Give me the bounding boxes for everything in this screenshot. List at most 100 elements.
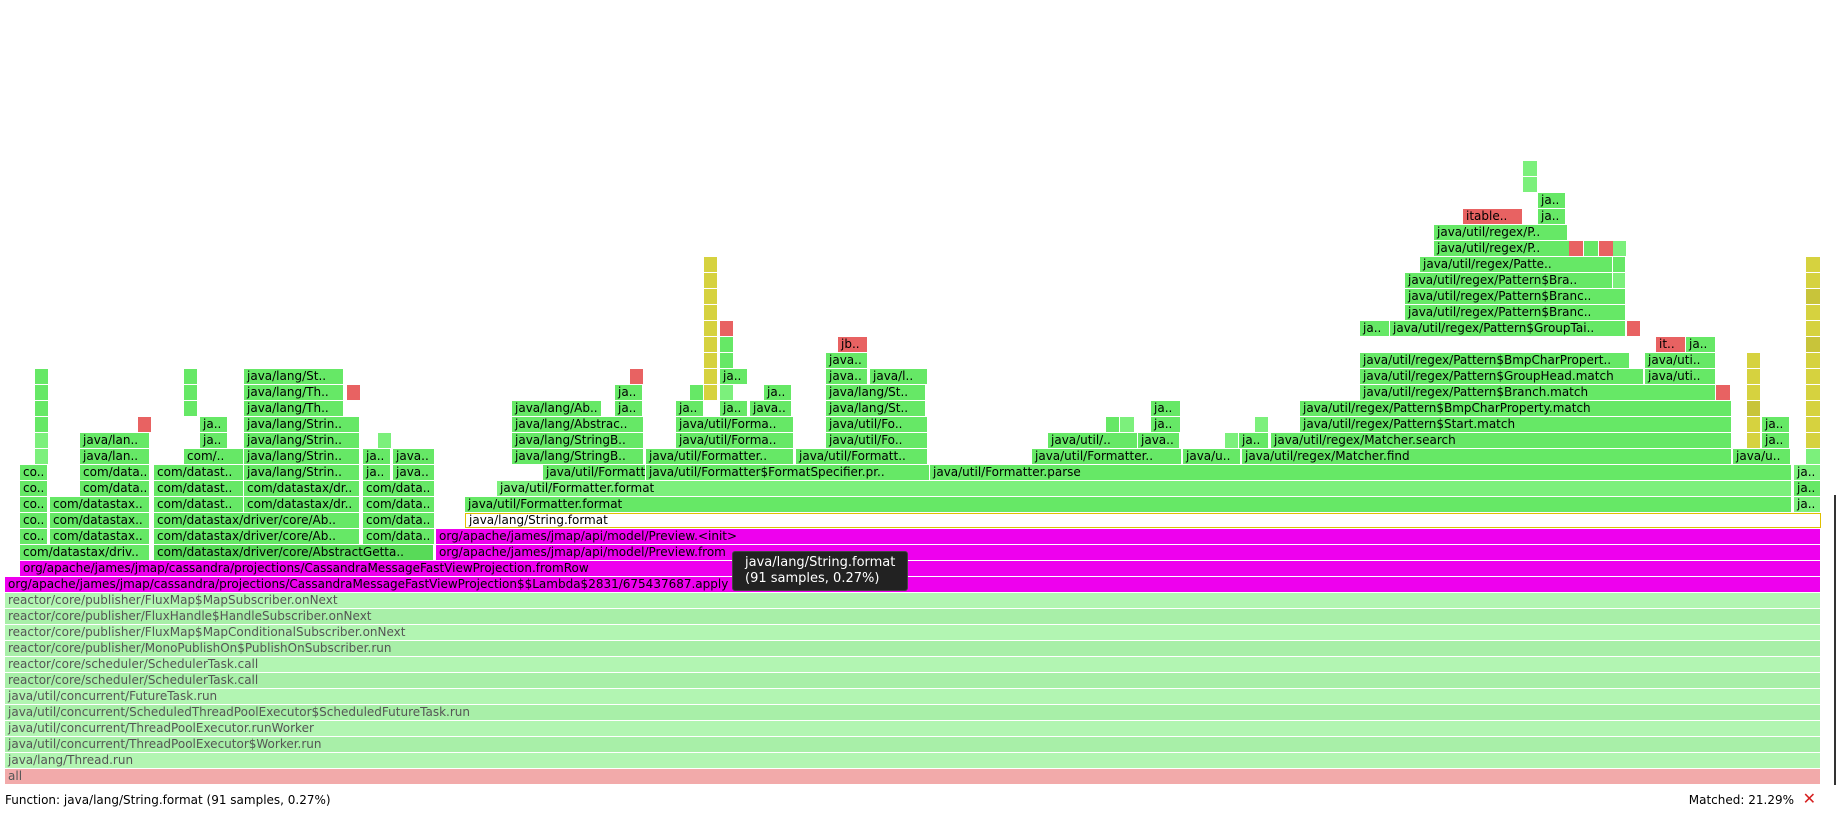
frame[interactable]: com/data..	[363, 481, 435, 496]
frame[interactable]: reactor/core/publisher/FluxHandle$Handle…	[5, 609, 1821, 624]
frame[interactable]	[704, 321, 718, 336]
frame[interactable]: java/lang/Strin..	[244, 449, 360, 464]
frame[interactable]: org/apache/james/jmap/api/model/Preview.…	[436, 545, 1821, 560]
frame[interactable]: com/datast..	[154, 465, 244, 480]
frame[interactable]: com/datastax..	[50, 513, 150, 528]
frame[interactable]: java/util/concurrent/FutureTask.run	[5, 689, 1821, 704]
frame[interactable]: java/util/concurrent/ScheduledThreadPool…	[5, 705, 1821, 720]
frame[interactable]: java/util/regex/Matcher.find	[1242, 449, 1732, 464]
frame[interactable]	[1806, 353, 1821, 368]
frame[interactable]	[35, 433, 49, 448]
frame[interactable]: org/apache/james/jmap/api/model/Preview.…	[436, 529, 1821, 544]
frame[interactable]	[347, 385, 361, 400]
frame[interactable]: ja..	[1794, 497, 1821, 512]
frame[interactable]: java/util/regex/Pattern$BmpCharPropert..	[1360, 353, 1630, 368]
frame[interactable]	[35, 385, 49, 400]
frame[interactable]: java/util/Formatt..	[543, 465, 646, 480]
frame[interactable]	[1747, 385, 1761, 400]
frame[interactable]: it..	[1656, 337, 1686, 352]
frame[interactable]: ja..	[200, 417, 228, 432]
frame[interactable]: reactor/core/publisher/FluxMap$MapSubscr…	[5, 593, 1821, 608]
frame[interactable]	[35, 449, 49, 464]
frame[interactable]: com/data..	[363, 513, 435, 528]
frame[interactable]: java/util/Formatter.format	[465, 497, 1792, 512]
frame[interactable]: ja..	[676, 401, 704, 416]
frame[interactable]	[704, 257, 718, 272]
frame[interactable]: ja..	[1538, 209, 1566, 224]
frame[interactable]	[704, 369, 718, 384]
frame[interactable]: com/data..	[80, 465, 150, 480]
frame[interactable]: java/lang/String.format	[465, 513, 1821, 528]
frame[interactable]: java/util/regex/P..	[1434, 225, 1568, 240]
frame[interactable]	[1106, 417, 1120, 432]
frame[interactable]: co..	[20, 497, 48, 512]
frame[interactable]	[1523, 161, 1538, 176]
frame[interactable]: reactor/core/publisher/MonoPublishOn$Pub…	[5, 641, 1821, 656]
frame[interactable]	[690, 385, 704, 400]
frame[interactable]: ja..	[1762, 433, 1790, 448]
frame[interactable]	[1523, 177, 1538, 192]
frame[interactable]: java..	[750, 401, 792, 416]
frame[interactable]: co..	[20, 529, 48, 544]
frame[interactable]: java..	[393, 465, 435, 480]
frame[interactable]: com/datastax/dr..	[244, 497, 360, 512]
frame[interactable]	[1599, 241, 1614, 256]
frame[interactable]: co..	[20, 481, 48, 496]
frame[interactable]: java/util/Fo..	[826, 433, 928, 448]
frame[interactable]: java/lang/Abstrac..	[512, 417, 644, 432]
frame[interactable]	[35, 417, 49, 432]
frame[interactable]: org/apache/james/jmap/cassandra/projecti…	[20, 561, 1821, 576]
frame[interactable]: com/data..	[363, 529, 435, 544]
frame[interactable]: java/lang/Strin..	[244, 417, 360, 432]
frame[interactable]: java/util/concurrent/ThreadPoolExecutor$…	[5, 737, 1821, 752]
frame[interactable]: reactor/core/scheduler/SchedulerTask.cal…	[5, 657, 1821, 672]
frame[interactable]: java/lang/St..	[826, 401, 926, 416]
frame[interactable]: java/util/Formatter.parse	[930, 465, 1792, 480]
frame[interactable]: java..	[1138, 433, 1180, 448]
frame[interactable]: java/util/Formatter..	[646, 449, 794, 464]
frame[interactable]: java/lang/St..	[244, 369, 344, 384]
frame[interactable]: java/lan..	[80, 433, 150, 448]
frame[interactable]	[1747, 401, 1761, 416]
frame[interactable]: com/datastax..	[50, 529, 150, 544]
frame[interactable]: java/util/regex/Pattern$Branch.match	[1360, 385, 1716, 400]
clear-search-icon[interactable]: ✕	[1803, 789, 1816, 809]
frame[interactable]	[1225, 433, 1239, 448]
frame[interactable]	[1806, 321, 1821, 336]
frame[interactable]	[184, 369, 198, 384]
frame[interactable]: java/util/Fo..	[826, 417, 928, 432]
frame[interactable]	[630, 369, 644, 384]
frame[interactable]	[720, 321, 734, 336]
frame[interactable]: java/util/regex/Pattern$GroupTai..	[1390, 321, 1626, 336]
frame[interactable]: java/lang/Th..	[244, 385, 344, 400]
frame[interactable]: ja..	[1360, 321, 1390, 336]
frame[interactable]: java/util/regex/Pattern$GroupHead.match	[1360, 369, 1644, 384]
frame[interactable]	[35, 369, 49, 384]
frame[interactable]	[35, 401, 49, 416]
frame[interactable]: ja..	[1794, 481, 1821, 496]
frame[interactable]: java/util/regex/Pattern$Branc..	[1405, 305, 1626, 320]
frame[interactable]	[704, 337, 718, 352]
frame[interactable]: ja..	[1151, 417, 1181, 432]
frame[interactable]	[1747, 369, 1761, 384]
frame[interactable]	[704, 305, 718, 320]
frame[interactable]: co..	[20, 465, 48, 480]
frame[interactable]	[1806, 385, 1821, 400]
frame[interactable]	[1806, 273, 1821, 288]
frame[interactable]: com/datastax/driver/core/Ab..	[154, 513, 360, 528]
frame[interactable]: jb..	[838, 337, 868, 352]
frame[interactable]: java/util/Formatter.format	[497, 481, 1792, 496]
frame[interactable]: com/datastax/driver/core/Ab..	[154, 529, 360, 544]
frame[interactable]: ja..	[1762, 417, 1790, 432]
frame[interactable]: java/util/Formatt..	[796, 449, 928, 464]
frame[interactable]: java/u..	[1733, 449, 1791, 464]
frame[interactable]	[1613, 257, 1626, 272]
frame[interactable]	[704, 289, 718, 304]
frame[interactable]	[1806, 257, 1821, 272]
frame[interactable]: ja..	[363, 465, 391, 480]
frame[interactable]	[704, 385, 718, 400]
frame[interactable]	[1806, 417, 1821, 432]
frame[interactable]: java/l..	[870, 369, 928, 384]
frame[interactable]: ja..	[1239, 433, 1269, 448]
frame[interactable]	[720, 353, 734, 368]
